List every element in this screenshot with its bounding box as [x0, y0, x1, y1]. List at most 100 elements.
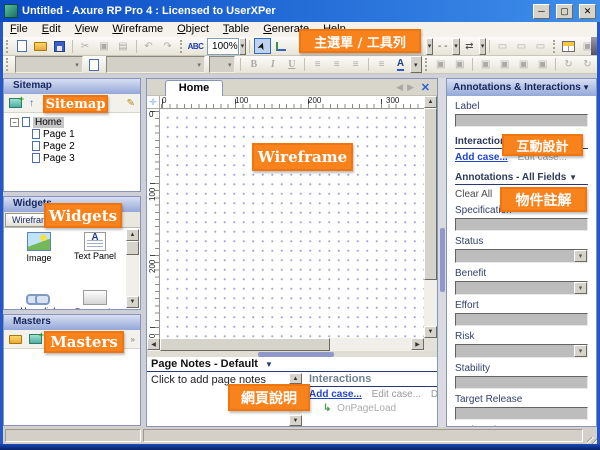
scroll-down-icon[interactable]: ▼ [126, 296, 139, 308]
tree-item-home[interactable]: − Home [4, 116, 140, 128]
line-style-button[interactable]: - - [434, 38, 451, 54]
section-dropdown-icon[interactable]: ▼ [569, 173, 577, 182]
copy-button[interactable]: ▣ [96, 38, 113, 54]
edit-page-icon[interactable]: ✎ [127, 98, 135, 109]
table-button[interactable] [560, 38, 577, 54]
page-notes-dropdown-icon[interactable]: ▼ [265, 360, 273, 369]
tree-item-page3[interactable]: Page 3 [4, 152, 140, 164]
toolbar-grip[interactable] [6, 40, 9, 53]
align-bottom-button[interactable]: ▭ [532, 38, 549, 54]
add-case-link[interactable]: Add case... [455, 152, 508, 163]
scroll-up-icon[interactable]: ▲ [126, 229, 139, 241]
splitter-handle[interactable] [258, 352, 334, 357]
benefit-select[interactable]: ▾ [455, 281, 588, 295]
bold-button[interactable]: B [245, 57, 262, 73]
arrow-style-button[interactable]: ⇄ [461, 38, 478, 54]
minimize-button[interactable]: ─ [533, 4, 550, 19]
dropdown-arrow-icon[interactable]: ▾ [574, 345, 587, 357]
menu-file[interactable]: File [3, 22, 35, 37]
widget-text-panel[interactable]: A Text Panel [66, 232, 124, 261]
toolbar-grip[interactable] [180, 40, 183, 53]
align-top-button[interactable]: ▭ [494, 38, 511, 54]
scrollbar-thumb[interactable] [126, 241, 139, 255]
open-master-folder-icon[interactable] [9, 335, 22, 344]
add-case-link[interactable]: Add case... [309, 389, 362, 400]
menu-wireframe[interactable]: Wireframe [105, 22, 170, 37]
onpageload-event[interactable]: ↳ OnPageLoad [323, 403, 437, 414]
vertical-splitter[interactable] [438, 78, 446, 427]
align-left-button[interactable]: ≡ [309, 57, 326, 73]
toolbar-grip[interactable] [425, 58, 429, 71]
send-to-back-button[interactable]: ▣ [496, 57, 513, 73]
scroll-up-icon[interactable]: ▲ [289, 373, 302, 384]
widget-image[interactable]: Image [10, 232, 68, 263]
tree-item-page1[interactable]: Page 1 [4, 128, 140, 140]
risk-select[interactable]: ▾ [455, 344, 588, 358]
status-select[interactable]: ▾ [455, 249, 588, 263]
panel-dropdown-icon[interactable]: ▼ [582, 83, 590, 92]
menu-table[interactable]: Table [216, 22, 256, 37]
menu-edit[interactable]: Edit [35, 22, 68, 37]
redo-button[interactable]: ↷ [159, 38, 176, 54]
tab-next-icon[interactable]: ▶ [407, 82, 414, 93]
page-notes-header[interactable]: Page Notes - Default ▼ [147, 357, 437, 372]
add-master-icon[interactable] [29, 334, 42, 344]
save-button[interactable] [51, 38, 68, 54]
font-family-select[interactable]: ▾ [15, 56, 83, 73]
open-button[interactable] [32, 38, 49, 54]
scroll-right-icon[interactable]: ▶ [411, 338, 424, 350]
tab-close-icon[interactable]: ✕ [421, 81, 430, 94]
rotate-right-button[interactable]: ↻ [579, 57, 596, 73]
paste-button[interactable]: ▤ [115, 38, 132, 54]
maximize-button[interactable]: ▢ [556, 4, 573, 19]
zoom-dropdown-button[interactable]: ▾ [239, 38, 247, 55]
style-editor-button[interactable] [86, 57, 103, 73]
masters-panel-header[interactable]: Masters [4, 315, 140, 330]
tab-prev-icon[interactable]: ◀ [396, 82, 403, 93]
widget-hyperlink[interactable]: Hyperlink [10, 288, 68, 309]
canvas-horizontal-scrollbar[interactable]: ◀ ▶ [147, 338, 424, 351]
target-release-input[interactable] [455, 407, 588, 420]
widgets-scrollbar[interactable]: ▲ ▼ [126, 229, 139, 308]
line-weight-dropdown[interactable]: ▾ [426, 38, 434, 55]
italic-button[interactable]: I [264, 57, 281, 73]
group-button[interactable]: ▣ [432, 57, 449, 73]
expander-icon[interactable]: − [10, 118, 19, 127]
rotate-left-button[interactable]: ↻ [560, 57, 577, 73]
pointer-tool-button[interactable]: ➤ [254, 38, 271, 54]
menu-view[interactable]: View [68, 22, 106, 37]
cut-button[interactable]: ✂ [77, 38, 94, 54]
dropdown-arrow-icon[interactable]: ▾ [574, 282, 587, 294]
add-page-icon[interactable] [9, 98, 22, 108]
bullet-list-button[interactable]: ≡ [373, 57, 390, 73]
tree-item-page2[interactable]: Page 2 [4, 140, 140, 152]
specification-input[interactable] [455, 218, 588, 231]
splitter-handle[interactable] [440, 228, 445, 292]
edit-case-link[interactable]: Edit case... [372, 389, 421, 400]
tab-home[interactable]: Home [165, 80, 223, 96]
connector-tool-button[interactable] [273, 38, 290, 54]
toolbar-overflow-icon[interactable]: » [131, 335, 135, 344]
menu-object[interactable]: Object [170, 22, 216, 37]
scroll-left-icon[interactable]: ◀ [147, 338, 160, 350]
canvas-vertical-scrollbar[interactable]: ▲ ▼ [424, 96, 437, 338]
close-button[interactable]: ✕ [579, 4, 596, 19]
spellcheck-button[interactable]: ABC [187, 38, 204, 54]
effort-input[interactable] [455, 313, 588, 326]
scrollbar-thumb[interactable] [160, 338, 330, 351]
zoom-level-input[interactable]: 100% [207, 38, 239, 55]
bring-forward-button[interactable]: ▣ [515, 57, 532, 73]
sitemap-panel-header[interactable]: Sitemap [4, 79, 140, 94]
bring-to-front-button[interactable]: ▣ [477, 57, 494, 73]
delete-case-link[interactable]: Delete case... [431, 389, 437, 400]
align-right-button[interactable]: ≡ [347, 57, 364, 73]
new-button[interactable] [13, 38, 30, 54]
font-color-button[interactable]: A [392, 57, 409, 73]
style-select[interactable]: ▾ [106, 56, 205, 73]
ungroup-button[interactable]: ▣ [451, 57, 468, 73]
font-size-select[interactable]: ▾ [209, 56, 236, 73]
align-middle-button[interactable]: ▭ [513, 38, 530, 54]
stability-input[interactable] [455, 376, 588, 389]
scroll-down-icon[interactable]: ▼ [289, 415, 302, 426]
undo-button[interactable]: ↶ [140, 38, 157, 54]
